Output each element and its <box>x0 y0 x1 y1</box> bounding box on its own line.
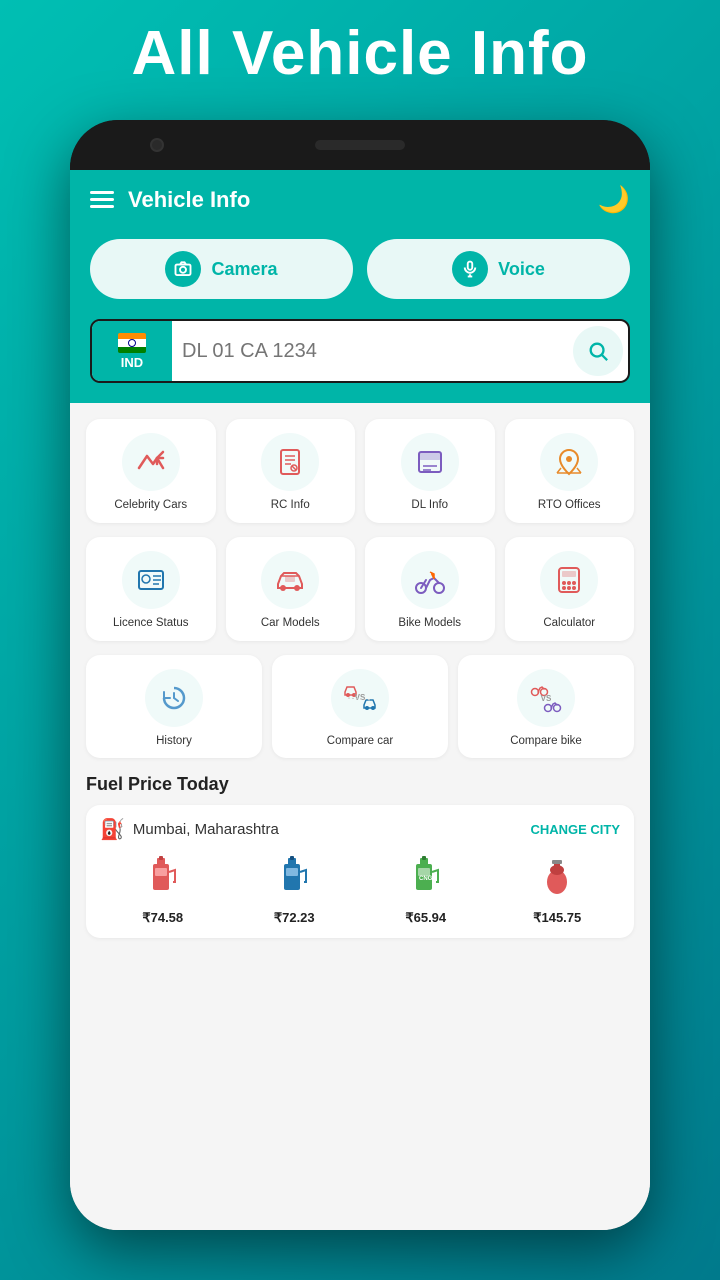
phone-camera <box>150 138 164 152</box>
fuel-price-diesel: ₹72.23 <box>232 854 358 926</box>
voice-label: Voice <box>498 259 545 280</box>
fuel-pump-icon: ⛽ <box>100 817 125 842</box>
phone-top-bar <box>70 120 650 170</box>
city-name: Mumbai, Maharashtra <box>133 821 279 838</box>
india-flag <box>118 333 146 353</box>
celebrity-cars-label: Celebrity Cars <box>114 499 187 513</box>
fuel-price-petrol: ₹74.58 <box>100 854 226 926</box>
microphone-icon <box>452 251 488 287</box>
lpg-price: ₹145.75 <box>533 910 581 926</box>
car-models-label: Car Models <box>261 617 320 631</box>
search-button[interactable] <box>573 326 623 376</box>
fuel-card-header: ⛽ Mumbai, Maharashtra CHANGE CITY <box>100 817 620 842</box>
fuel-section-title: Fuel Price Today <box>86 774 634 795</box>
menu-row-3: History VS <box>86 655 634 759</box>
compare-bike-label: Compare bike <box>510 735 582 749</box>
camera-icon <box>165 251 201 287</box>
menu-item-compare-car[interactable]: VS Compare car <box>272 655 448 759</box>
rto-offices-icon <box>540 433 598 491</box>
change-city-button[interactable]: CHANGE CITY <box>530 822 620 837</box>
celebrity-cars-icon <box>122 433 180 491</box>
compare-bike-icon: VS <box>517 669 575 727</box>
page-background-title: All Vehicle Info <box>0 18 720 89</box>
cng-price: ₹65.94 <box>405 910 446 926</box>
diesel-icon <box>276 854 312 906</box>
rc-info-icon <box>261 433 319 491</box>
app-content: Vehicle Info 🌙 Camera <box>70 170 650 1230</box>
licence-status-label: Licence Status <box>113 617 188 631</box>
cng-icon: CNG <box>408 854 444 906</box>
rc-info-label: RC Info <box>271 499 310 513</box>
bike-models-icon <box>401 551 459 609</box>
app-header: Vehicle Info 🌙 <box>70 170 650 229</box>
calculator-icon <box>540 551 598 609</box>
dl-info-icon <box>401 433 459 491</box>
camera-button[interactable]: Camera <box>90 239 353 299</box>
country-code: IND <box>121 355 143 370</box>
search-input[interactable] <box>182 322 558 381</box>
fuel-price-lpg: ₹145.75 <box>495 854 621 926</box>
fuel-price-cng: CNG ₹65.94 <box>363 854 489 926</box>
header-left: Vehicle Info <box>90 187 250 213</box>
scroll-content: Celebrity Cars RC Info <box>70 403 650 1230</box>
country-badge: IND <box>92 321 172 381</box>
bike-models-label: Bike Models <box>398 617 461 631</box>
car-models-icon <box>261 551 319 609</box>
history-label: History <box>156 735 192 749</box>
dl-info-label: DL Info <box>411 499 448 513</box>
city-row: ⛽ Mumbai, Maharashtra <box>100 817 279 842</box>
diesel-price: ₹72.23 <box>274 910 315 926</box>
compare-car-icon: VS <box>331 669 389 727</box>
licence-status-icon <box>122 551 180 609</box>
history-icon <box>145 669 203 727</box>
menu-item-car-models[interactable]: Car Models <box>226 537 356 641</box>
petrol-price: ₹74.58 <box>142 910 183 926</box>
fuel-prices-row: ₹74.58 ₹72.23 <box>100 854 620 926</box>
search-input-wrapper <box>172 322 568 381</box>
compare-car-label: Compare car <box>327 735 393 749</box>
calculator-label: Calculator <box>543 617 595 631</box>
menu-item-dl-info[interactable]: DL Info <box>365 419 495 523</box>
menu-item-celebrity-cars[interactable]: Celebrity Cars <box>86 419 216 523</box>
action-buttons-row: Camera Voice <box>70 229 650 319</box>
app-title: Vehicle Info <box>128 187 250 213</box>
menu-row-2: Licence Status Car Models <box>86 537 634 641</box>
lpg-icon <box>539 854 575 906</box>
dark-mode-icon[interactable]: 🌙 <box>598 184 630 215</box>
svg-text:VS: VS <box>541 694 552 703</box>
phone-speaker <box>315 140 405 150</box>
menu-item-history[interactable]: History <box>86 655 262 759</box>
menu-item-rc-info[interactable]: RC Info <box>226 419 356 523</box>
search-bar: IND <box>90 319 630 383</box>
menu-item-compare-bike[interactable]: VS Compare bike <box>458 655 634 759</box>
menu-row-1: Celebrity Cars RC Info <box>86 419 634 523</box>
svg-text:CNG: CNG <box>419 876 433 882</box>
search-container: IND <box>70 319 650 403</box>
voice-button[interactable]: Voice <box>367 239 630 299</box>
camera-label: Camera <box>211 259 277 280</box>
menu-item-rto-offices[interactable]: RTO Offices <box>505 419 635 523</box>
menu-item-licence-status[interactable]: Licence Status <box>86 537 216 641</box>
rto-offices-label: RTO Offices <box>538 499 601 513</box>
fuel-card: ⛽ Mumbai, Maharashtra CHANGE CITY <box>86 805 634 938</box>
svg-text:VS: VS <box>355 693 366 702</box>
phone-frame: Vehicle Info 🌙 Camera <box>70 120 650 1230</box>
petrol-icon <box>145 854 181 906</box>
menu-item-bike-models[interactable]: Bike Models <box>365 537 495 641</box>
menu-item-calculator[interactable]: Calculator <box>505 537 635 641</box>
hamburger-menu-icon[interactable] <box>90 191 114 208</box>
